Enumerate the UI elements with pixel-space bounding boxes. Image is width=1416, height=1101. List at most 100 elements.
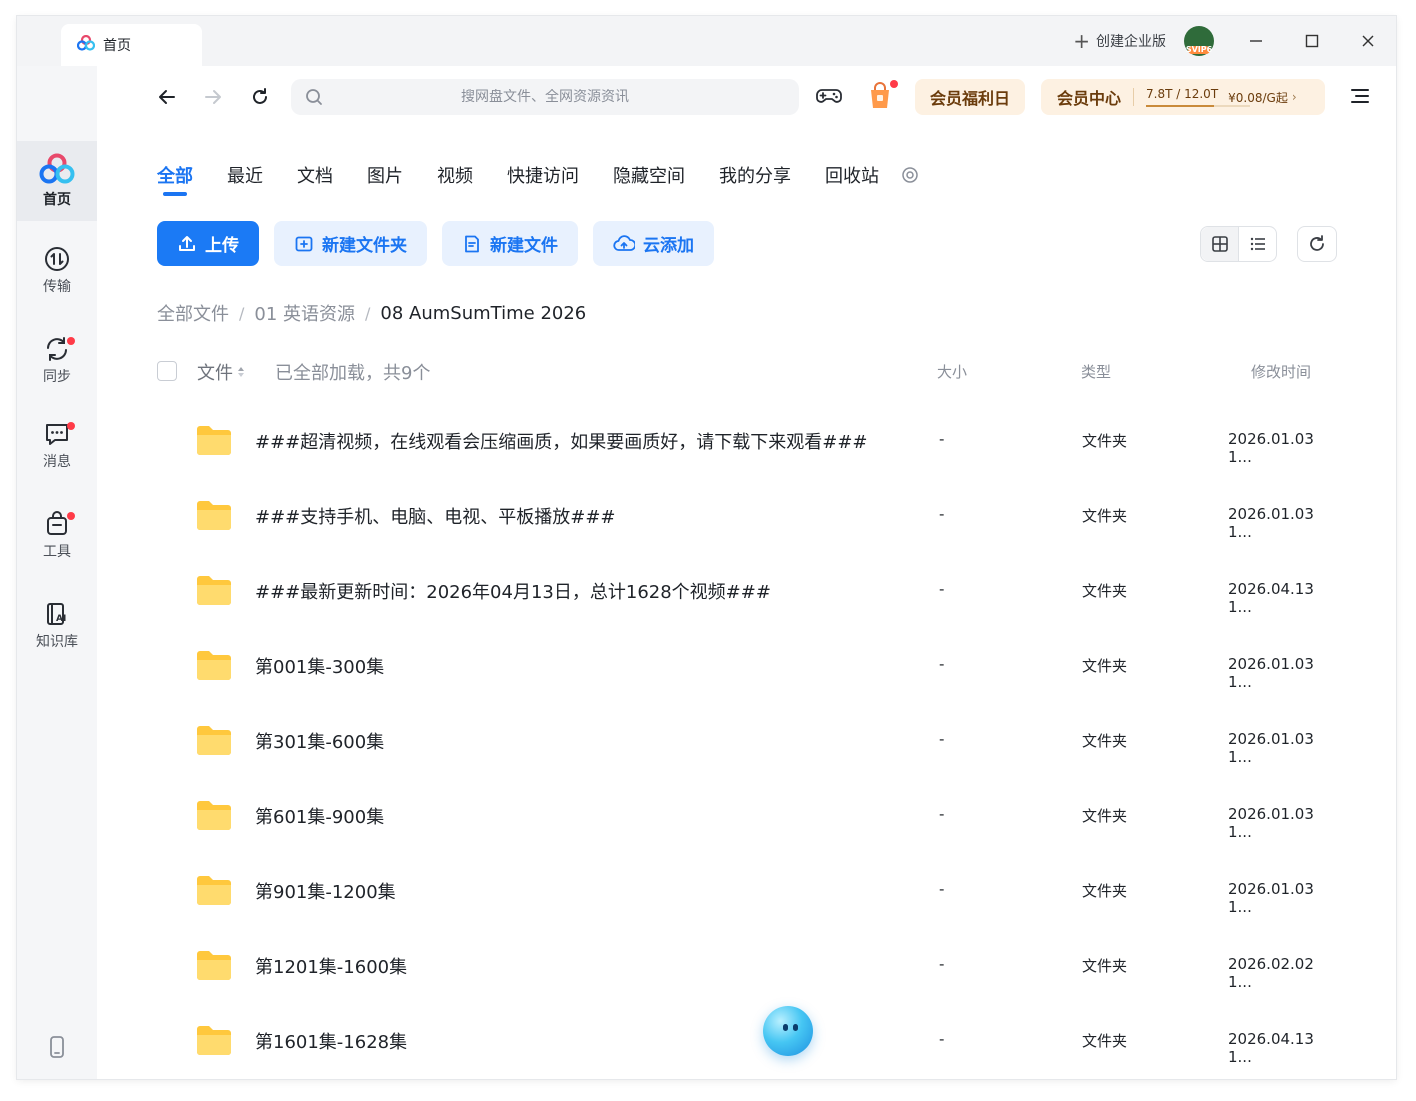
phone-icon	[50, 1036, 64, 1058]
reload-button[interactable]	[237, 74, 283, 120]
tab-quick-access[interactable]: 快捷访问	[507, 162, 579, 202]
arrow-left-icon	[159, 90, 175, 104]
grid-view-button[interactable]	[1201, 227, 1239, 261]
new-folder-button[interactable]: 新建文件夹	[274, 221, 427, 266]
breadcrumb-item-root[interactable]: 全部文件	[157, 300, 229, 326]
vip-center-button[interactable]: 会员中心 7.8T / 12.0T ¥0.08/G起 ›	[1041, 79, 1325, 115]
refresh-button[interactable]	[1297, 226, 1337, 262]
breadcrumb-item-parent[interactable]: 01 英语资源	[254, 300, 355, 326]
file-type: 文件夹	[1082, 657, 1128, 675]
modified-column-header[interactable]: 修改时间	[1251, 361, 1311, 382]
refresh-icon	[1310, 235, 1324, 251]
storage-text: 7.8T / 12.0T	[1146, 87, 1219, 101]
file-name[interactable]: 第1201集-1600集	[255, 953, 407, 979]
search-box[interactable]	[291, 79, 799, 115]
tab-my-shares[interactable]: 我的分享	[719, 162, 791, 202]
file-name[interactable]: 第301集-600集	[255, 728, 384, 754]
tab-settings-button[interactable]	[901, 166, 919, 188]
file-row[interactable]: 第001集-300集 - 文件夹 2026.01.03 1...	[157, 629, 1337, 704]
storage-usage: 7.8T / 12.0T	[1146, 87, 1251, 107]
file-row[interactable]: ###支持手机、电脑、电视、平板播放### - 文件夹 2026.01.03 1...	[157, 479, 1337, 554]
breadcrumb-separator: /	[239, 303, 245, 323]
file-type: 文件夹	[1082, 732, 1128, 750]
file-size: -	[939, 730, 945, 748]
tab-images[interactable]: 图片	[367, 162, 403, 202]
new-folder-icon	[295, 236, 313, 251]
breadcrumb-separator: /	[365, 303, 371, 323]
create-enterprise-button[interactable]: + 创建企业版	[1073, 31, 1166, 51]
file-row[interactable]: 第601集-900集 - 文件夹 2026.01.03 1...	[157, 779, 1337, 854]
file-name[interactable]: 第601集-900集	[255, 803, 384, 829]
maximize-button[interactable]	[1284, 16, 1340, 66]
sync-badge-dot	[67, 337, 75, 345]
sidebar-item-transfer[interactable]: 传输	[17, 231, 97, 311]
vip-center-label: 会员中心	[1057, 89, 1122, 108]
view-toggle	[1200, 226, 1277, 262]
breadcrumb-item-current: 08 AumSumTime 2026	[380, 302, 587, 324]
price-text: ¥0.08/G起	[1228, 90, 1288, 105]
folder-icon	[197, 576, 231, 605]
close-button[interactable]	[1340, 16, 1396, 66]
file-name[interactable]: ###最新更新时间：2026年04月13日，总计1628个视频###	[255, 578, 771, 604]
new-file-button[interactable]: 新建文件	[442, 221, 578, 266]
grid-icon	[1211, 236, 1228, 252]
minimize-button[interactable]	[1228, 16, 1284, 66]
file-row[interactable]: 第901集-1200集 - 文件夹 2026.01.03 1...	[157, 854, 1337, 929]
menu-button[interactable]	[1349, 85, 1371, 111]
file-name[interactable]: ###支持手机、电脑、电视、平板播放###	[255, 503, 616, 529]
tab-documents[interactable]: 文档	[297, 162, 333, 202]
file-row[interactable]: ###超清视频，在线观看会压缩画质，如果要画质好，请下载下来观看### - 文件夹 2…	[157, 404, 1337, 479]
select-all-checkbox[interactable]	[157, 361, 177, 381]
avatar[interactable]: SVIP6	[1184, 26, 1214, 56]
file-row[interactable]: 第301集-600集 - 文件夹 2026.01.03 1...	[157, 704, 1337, 779]
tab-recycle-bin[interactable]: 回收站	[825, 162, 879, 202]
tab-hidden-space[interactable]: 隐藏空间	[613, 162, 685, 202]
type-column-header[interactable]: 类型	[1081, 361, 1111, 382]
tools-badge-dot	[67, 512, 75, 520]
app-window: 首页 + 创建企业版 SVIP6 首页 传输 同步 消息 工具 AI 知识库 搜…	[17, 16, 1396, 1079]
sort-by-file-button[interactable]: 文件	[197, 359, 245, 385]
ai-assistant-button[interactable]	[763, 1006, 813, 1056]
file-type: 文件夹	[1082, 957, 1128, 975]
sidebar-item-sync[interactable]: 同步	[17, 321, 97, 401]
file-name[interactable]: 第901集-1200集	[255, 878, 396, 904]
file-name[interactable]: 第001集-300集	[255, 653, 384, 679]
welfare-day-button[interactable]: 会员福利日	[915, 79, 1025, 115]
file-name[interactable]: 第1601集-1628集	[255, 1028, 407, 1054]
sort-icon	[238, 367, 244, 377]
tab-home[interactable]: 首页	[61, 24, 202, 66]
mobile-device-button[interactable]	[47, 1036, 67, 1062]
sidebar-item-messages[interactable]: 消息	[17, 406, 97, 486]
close-icon	[1362, 35, 1374, 47]
file-type: 文件夹	[1082, 807, 1128, 825]
file-row[interactable]: ###最新更新时间：2026年04月13日，总计1628个视频### - 文件夹 20…	[157, 554, 1337, 629]
search-input[interactable]	[291, 89, 799, 105]
sidebar: 首页 传输 同步 消息 工具 AI 知识库	[17, 66, 97, 1079]
create-enterprise-label: 创建企业版	[1096, 34, 1166, 50]
sidebar-item-knowledge-base[interactable]: AI 知识库	[17, 586, 97, 666]
file-modified: 2026.04.13 1...	[1228, 580, 1314, 616]
tab-all[interactable]: 全部	[157, 162, 193, 202]
back-button[interactable]	[144, 74, 190, 120]
list-view-button[interactable]	[1239, 227, 1276, 261]
minimize-icon	[1250, 40, 1262, 42]
cloud-add-button[interactable]: 云添加	[593, 221, 714, 266]
sidebar-item-home[interactable]: 首页	[17, 141, 97, 221]
file-name[interactable]: ###超清视频，在线观看会压缩画质，如果要画质好，请下载下来观看###	[255, 428, 868, 454]
assistant-dock	[717, 976, 857, 1079]
plus-icon: +	[1073, 29, 1090, 53]
upload-label: 上传	[205, 236, 239, 255]
forward-button[interactable]	[190, 74, 236, 120]
size-column-header[interactable]: 大小	[937, 361, 967, 382]
game-button[interactable]	[815, 82, 843, 114]
folder-icon	[197, 726, 231, 755]
tab-recent[interactable]: 最近	[227, 162, 263, 202]
message-badge-dot	[67, 422, 75, 430]
gift-bag-button[interactable]	[865, 80, 898, 116]
file-size: -	[939, 880, 945, 898]
tab-videos[interactable]: 视频	[437, 162, 473, 202]
sidebar-item-tools[interactable]: 工具	[17, 496, 97, 576]
upload-button[interactable]: 上传	[157, 221, 259, 266]
folder-icon	[197, 876, 231, 905]
file-modified: 2026.01.03 1...	[1228, 505, 1314, 541]
